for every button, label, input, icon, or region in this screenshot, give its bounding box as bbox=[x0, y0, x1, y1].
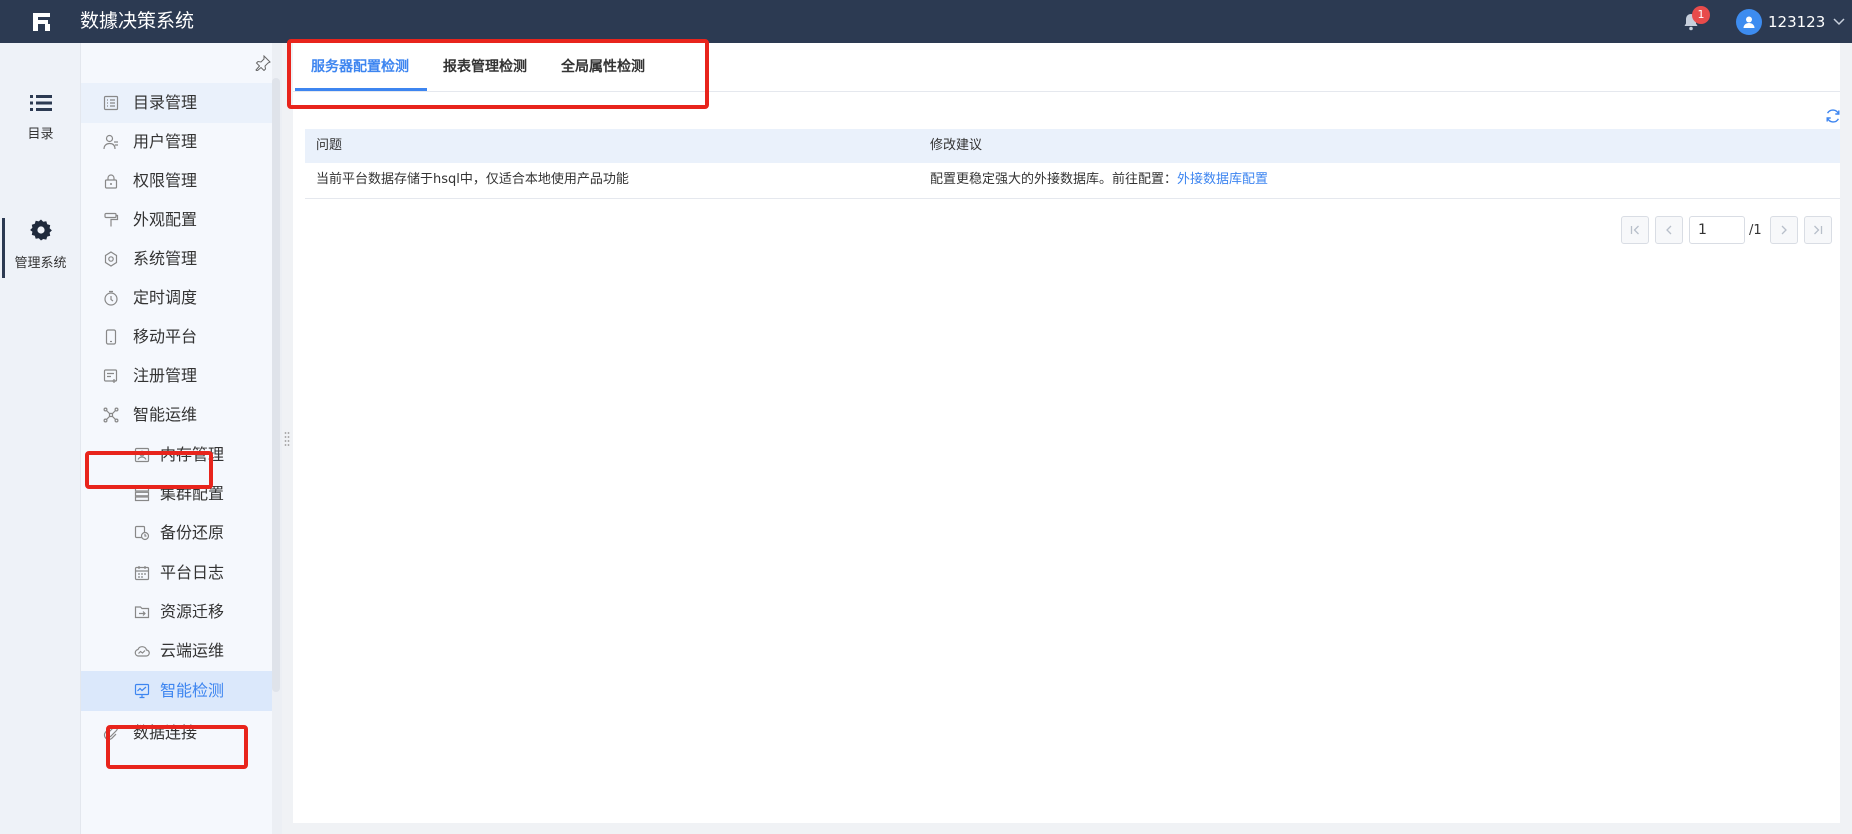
lock-icon bbox=[104, 174, 118, 189]
table-row: 当前平台数据存储于hsql中，仅适合本地使用产品功能 配置更稳定强大的外接数据库… bbox=[305, 163, 1840, 199]
chevron-right-icon bbox=[1781, 225, 1787, 235]
ops-icon bbox=[103, 407, 119, 423]
sidebar-subitem-cloud-ops[interactable]: 云端运维 bbox=[81, 631, 272, 671]
cloud-icon bbox=[134, 646, 150, 657]
paint-roller-icon bbox=[104, 212, 119, 227]
sidebar-item-label: 注册管理 bbox=[133, 366, 198, 385]
pin-icon[interactable] bbox=[255, 55, 271, 71]
chevron-left-icon bbox=[1666, 225, 1672, 235]
sidebar-item-label: 系统管理 bbox=[133, 249, 198, 268]
sidebar-item-smart-ops[interactable]: 智能运维 bbox=[81, 395, 272, 435]
sidebar-subitem-migrate[interactable]: 资源迁移 bbox=[81, 592, 272, 632]
sidebar-subitem-smart-check[interactable]: 智能检测 bbox=[81, 671, 272, 711]
table-header: 问题 修改建议 bbox=[305, 129, 1840, 163]
sidebar-item-label: 集群配置 bbox=[160, 484, 225, 503]
sidebar-item-label: 定时调度 bbox=[133, 288, 198, 307]
rail-item-management[interactable]: 管理系统 bbox=[0, 218, 81, 271]
sidebar-item-label: 用户管理 bbox=[133, 132, 198, 151]
sidebar-subitem-cluster[interactable]: 集群配置 bbox=[81, 474, 272, 514]
user-icon bbox=[103, 134, 118, 150]
sidebar-item-label: 数据连接 bbox=[133, 723, 198, 742]
username: 123123 bbox=[1768, 13, 1826, 31]
app-title: 数據决策系统 bbox=[80, 10, 195, 32]
main-panel: 服务器配置检测 报表管理检测 全局属性检测 问题 修改建议 当前平台数据存储于h… bbox=[293, 43, 1840, 823]
next-page-button[interactable] bbox=[1769, 216, 1798, 244]
sidebar-item-schedule[interactable]: 定时调度 bbox=[81, 278, 272, 318]
tab-report-management-check[interactable]: 报表管理检测 bbox=[427, 43, 543, 92]
external-db-config-link[interactable]: 外接数据库配置 bbox=[1177, 172, 1268, 187]
timer-icon bbox=[104, 290, 118, 306]
left-rail: 目录 管理系统 bbox=[0, 43, 81, 834]
register-icon bbox=[103, 369, 118, 383]
calendar-log-icon bbox=[134, 566, 150, 581]
first-page-icon bbox=[1630, 225, 1639, 235]
rail-label-management: 管理系统 bbox=[14, 256, 67, 271]
suggestion-text: 配置更稳定强大的外接数据库。前往配置： bbox=[930, 172, 1178, 187]
sidebar-subitem-backup[interactable]: 备份还原 bbox=[81, 513, 272, 553]
sidebar-subitem-memory[interactable]: 内存管理 bbox=[81, 435, 272, 475]
sidebar-item-label: 内存管理 bbox=[160, 445, 225, 464]
rail-label-catalog: 目录 bbox=[27, 127, 54, 142]
top-bar: 数據决策系统 1 123123 bbox=[0, 0, 1852, 43]
sidebar-item-label: 资源迁移 bbox=[160, 602, 225, 621]
sidebar-item-label: 外观配置 bbox=[133, 210, 198, 229]
sidebar-item-label: 智能运维 bbox=[133, 405, 198, 424]
sidebar-item-label: 权限管理 bbox=[133, 171, 198, 190]
settings-icon bbox=[104, 251, 118, 267]
user-avatar-icon bbox=[1743, 16, 1755, 28]
sidebar-item-system[interactable]: 系统管理 bbox=[81, 239, 272, 279]
sidebar: 目录管理 用户管理 权限管理 外观配置 系统管理 定时调度 移动平台 注册管理 … bbox=[81, 43, 272, 834]
tab-bar: 服务器配置检测 报表管理检测 全局属性检测 bbox=[293, 43, 1840, 92]
user-menu[interactable]: 123123 bbox=[1736, 8, 1845, 36]
active-tab-indicator bbox=[295, 88, 427, 91]
rail-item-catalog[interactable]: 目录 bbox=[0, 93, 81, 142]
first-page-button[interactable] bbox=[1621, 216, 1649, 244]
catalog-icon bbox=[103, 95, 119, 111]
page-total: /1 bbox=[1749, 222, 1762, 238]
sidebar-item-mobile[interactable]: 移动平台 bbox=[81, 317, 272, 357]
sidebar-item-label: 移动平台 bbox=[133, 327, 198, 346]
issue-cell: 当前平台数据存储于hsql中，仅适合本地使用产品功能 bbox=[316, 172, 629, 187]
memory-icon bbox=[134, 447, 150, 463]
column-header-suggestion: 修改建议 bbox=[930, 138, 983, 153]
last-page-icon bbox=[1813, 225, 1822, 235]
sidebar-item-catalog[interactable]: 目录管理 bbox=[81, 83, 272, 123]
sidebar-item-label: 平台日志 bbox=[160, 563, 225, 582]
suggestion-cell: 配置更稳定强大的外接数据库。前往配置：外接数据库配置 bbox=[919, 163, 1840, 198]
chevron-down-icon bbox=[1833, 18, 1845, 26]
backup-icon bbox=[134, 525, 150, 541]
notification-badge: 1 bbox=[1692, 6, 1710, 24]
sidebar-item-data-connection[interactable]: 数据连接 bbox=[81, 713, 272, 753]
sidebar-scrollbar[interactable] bbox=[272, 78, 280, 692]
sidebar-item-label: 智能检测 bbox=[160, 681, 225, 700]
avatar bbox=[1736, 9, 1762, 35]
pagination: /1 bbox=[1621, 216, 1832, 244]
resize-handle-icon[interactable] bbox=[284, 430, 290, 448]
sidebar-subitem-logs[interactable]: 平台日志 bbox=[81, 553, 272, 593]
link-icon bbox=[103, 725, 119, 741]
column-header-issue: 问题 bbox=[316, 138, 343, 153]
mobile-icon bbox=[105, 329, 117, 345]
check-results-table: 问题 修改建议 当前平台数据存储于hsql中，仅适合本地使用产品功能 配置更稳定… bbox=[305, 129, 1840, 199]
tab-server-config-check[interactable]: 服务器配置检测 bbox=[295, 43, 425, 92]
sidebar-item-users[interactable]: 用户管理 bbox=[81, 122, 272, 162]
logo-icon bbox=[33, 13, 50, 31]
cluster-icon bbox=[134, 486, 150, 502]
prev-page-button[interactable] bbox=[1655, 216, 1683, 244]
migrate-icon bbox=[134, 606, 150, 619]
sidebar-item-label: 云端运维 bbox=[160, 641, 225, 660]
tab-global-property-check[interactable]: 全局属性检测 bbox=[545, 43, 661, 92]
sidebar-item-permissions[interactable]: 权限管理 bbox=[81, 161, 272, 201]
sidebar-item-label: 备份还原 bbox=[160, 523, 225, 542]
page-number-input[interactable] bbox=[1689, 216, 1745, 244]
sidebar-item-label: 目录管理 bbox=[133, 93, 198, 112]
sidebar-item-appearance[interactable]: 外观配置 bbox=[81, 200, 272, 240]
refresh-icon[interactable] bbox=[1825, 108, 1841, 124]
last-page-button[interactable] bbox=[1803, 216, 1832, 244]
monitor-icon bbox=[134, 683, 150, 699]
gear-icon bbox=[29, 219, 52, 241]
sidebar-item-register[interactable]: 注册管理 bbox=[81, 356, 272, 396]
list-icon bbox=[29, 95, 52, 111]
